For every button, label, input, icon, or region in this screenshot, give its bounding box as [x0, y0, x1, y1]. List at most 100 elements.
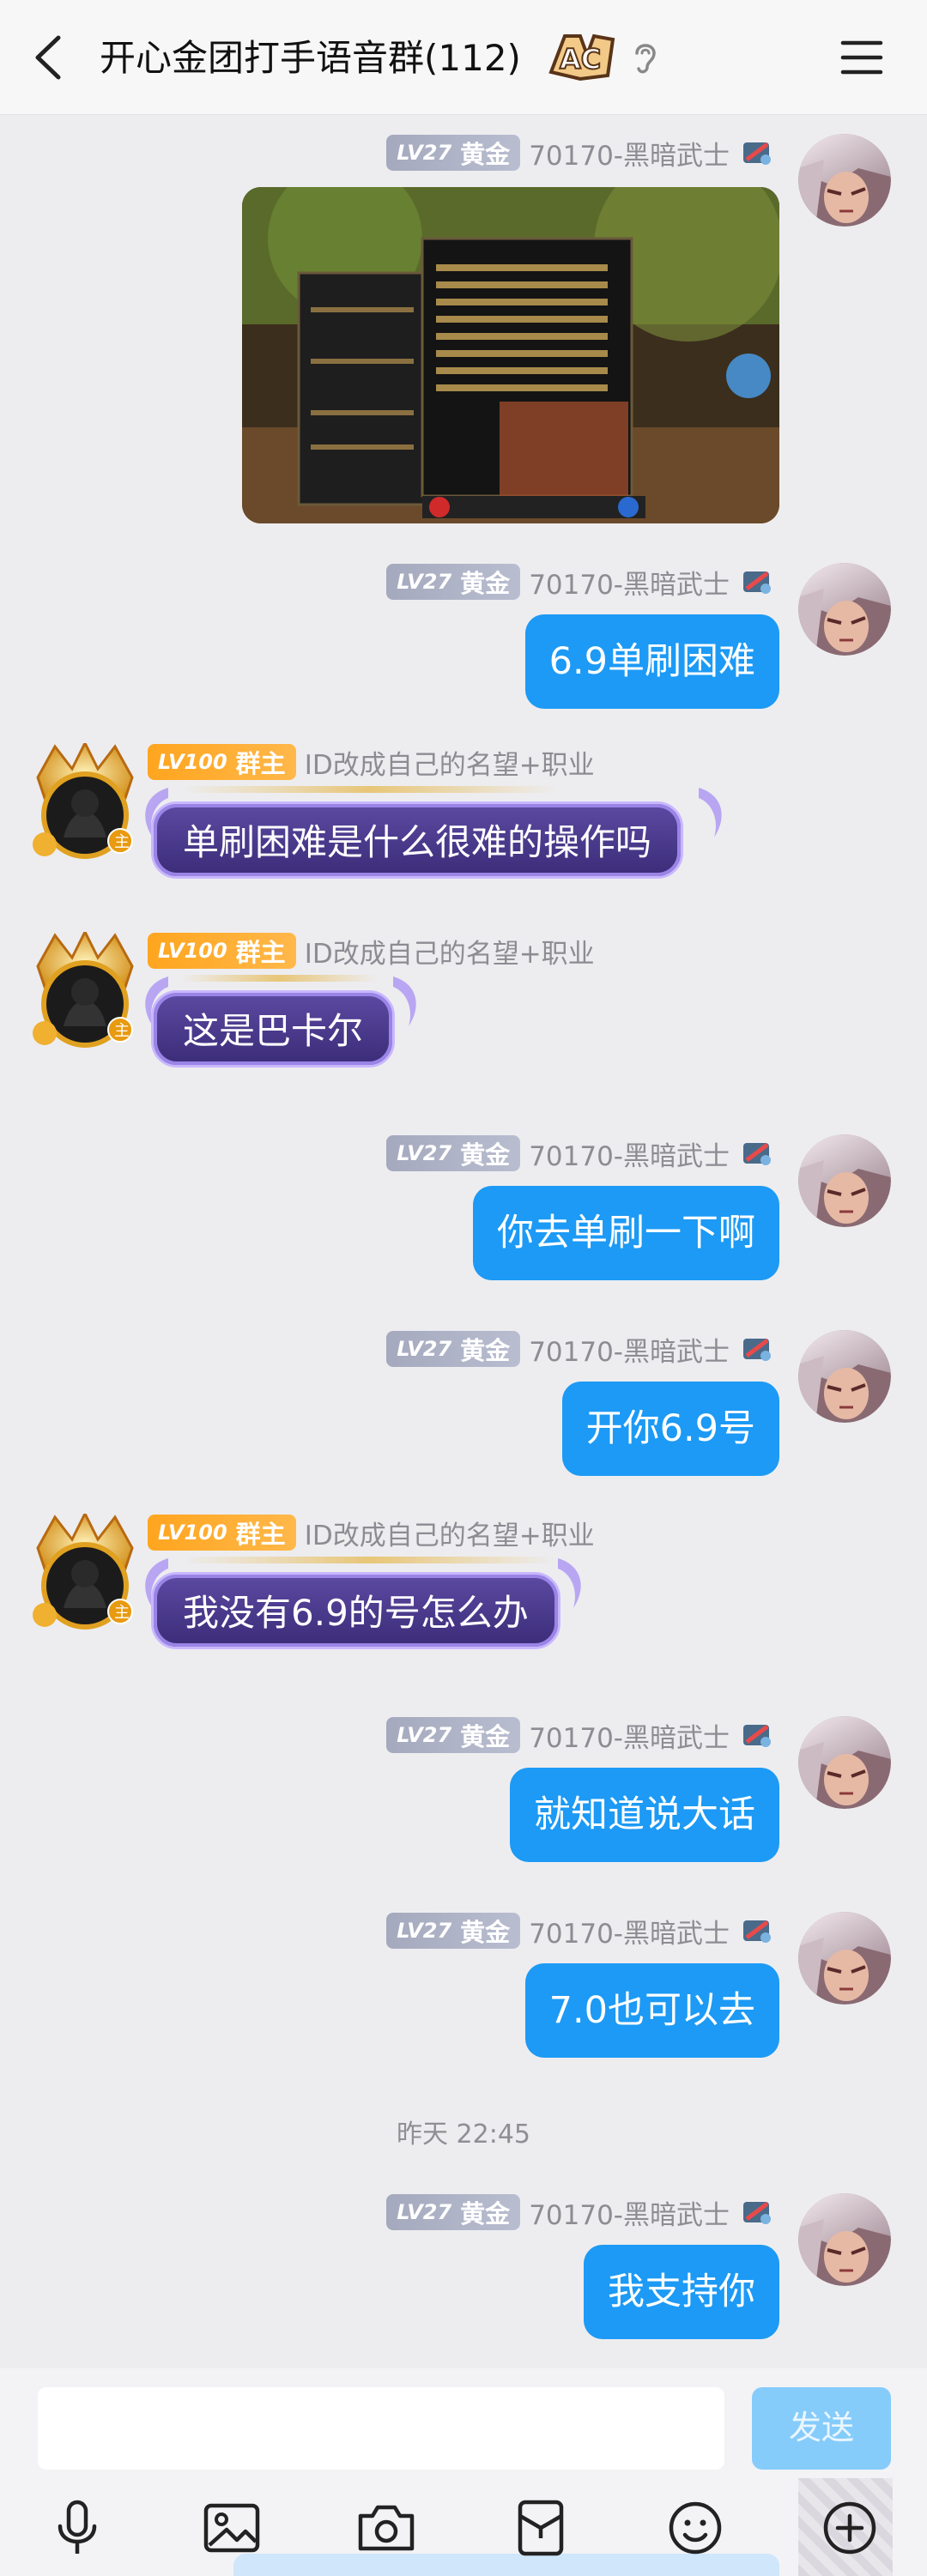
message-row: LV27 黄金 70170-黑暗武士 6.9单刷困难 — [0, 563, 927, 717]
voice-button[interactable] — [43, 2494, 112, 2562]
camera-button[interactable] — [352, 2494, 421, 2562]
game-class-icon — [743, 571, 771, 594]
game-class-icon — [743, 1920, 771, 1943]
avatar[interactable] — [798, 2193, 891, 2286]
sender-meta: LV100 群主 ID改成自己的名望+职业 — [148, 1514, 595, 1551]
ear-icon[interactable] — [628, 38, 663, 77]
message-bubble[interactable]: 我支持你 — [584, 2245, 779, 2339]
chat-header: 开心金团打手语音群(112) AC — [0, 0, 927, 115]
back-button[interactable] — [26, 29, 72, 86]
svg-text:主: 主 — [114, 833, 130, 851]
message-bubble[interactable]: 6.9单刷困难 — [524, 614, 779, 709]
composer-toolbar — [0, 2478, 927, 2576]
sender-meta: LV27 黄金 70170-黑暗武士 — [386, 563, 776, 601]
level-badge: LV100 群主 — [148, 933, 296, 969]
level-badge: LV27 黄金 — [386, 1717, 521, 1753]
message-row: LV27 黄金 70170-黑暗武士 — [0, 134, 927, 537]
svg-text:主: 主 — [114, 1604, 130, 1622]
avatar[interactable] — [798, 1330, 891, 1423]
page-title[interactable]: 开心金团打手语音群(112) — [100, 31, 521, 86]
message-bubble[interactable]: 开你6.9号 — [561, 1382, 779, 1476]
image-button[interactable] — [197, 2494, 266, 2562]
game-class-icon — [743, 1725, 771, 1747]
message-row: 主 LV100 群主 ID改成自己的名望+职业 这是巴卡尔 — [0, 928, 927, 1095]
message-row: 主 LV100 群主 ID改成自己的名望+职业 我没有6.9的号怎么办 — [0, 1510, 927, 1677]
message-row: LV27 黄金 70170-黑暗武士 我支持你 — [0, 2193, 927, 2348]
more-button[interactable] — [815, 2494, 884, 2562]
level-badge: LV27 黄金 — [386, 1331, 521, 1367]
message-bubble[interactable]: 就知道说大话 — [510, 1768, 779, 1862]
avatar[interactable] — [798, 1912, 891, 2005]
avatar[interactable] — [798, 563, 891, 656]
game-class-icon — [743, 1339, 771, 1361]
avatar[interactable] — [798, 1134, 891, 1227]
sender-meta: LV100 群主 ID改成自己的名望+职业 — [148, 743, 595, 781]
level-badge: LV27 黄金 — [386, 135, 521, 171]
bubble-decoration — [180, 1557, 558, 1563]
chat-screen: 开心金团打手语音群(112) AC LV27 黄金 70170-黑暗武士 LV2… — [0, 0, 927, 2576]
owner-avatar[interactable]: 主 — [29, 928, 136, 1052]
sender-nickname[interactable]: 70170-黑暗武士 — [529, 1330, 730, 1369]
owner-avatar[interactable]: 主 — [29, 1510, 136, 1634]
wing-decoration-right — [699, 788, 722, 838]
avatar[interactable] — [798, 134, 891, 227]
message-bubble[interactable]: 单刷困难是什么很难的操作吗 — [151, 801, 684, 879]
message-bubble[interactable]: 你去单刷一下啊 — [473, 1186, 779, 1280]
wing-decoration-right — [393, 977, 416, 1026]
image-icon — [203, 2503, 260, 2553]
group-level-badge: AC — [546, 29, 618, 82]
sender-nickname[interactable]: 70170-黑暗武士 — [529, 1912, 730, 1950]
timestamp: 昨天 22:45 — [397, 2119, 530, 2150]
sender-meta: LV27 黄金 70170-黑暗武士 — [386, 2193, 776, 2231]
message-row: LV27 黄金 70170-黑暗武士 就知道说大话 — [0, 1716, 927, 1871]
message-row: 主 LV100 群主 ID改成自己的名望+职业 单刷困难是什么很难的操作吗 — [0, 740, 927, 906]
emoji-button[interactable] — [661, 2494, 730, 2562]
plus-icon — [823, 2501, 876, 2555]
level-badge: LV27 黄金 — [386, 1135, 521, 1171]
owner-avatar[interactable]: 主 — [29, 740, 136, 863]
level-badge: LV100 群主 — [148, 1515, 296, 1551]
avatar[interactable] — [798, 1716, 891, 1809]
game-screenshot-image[interactable] — [242, 187, 779, 523]
bubble-decoration — [180, 975, 378, 982]
send-button[interactable]: 发送 — [752, 2387, 891, 2470]
sender-nickname[interactable]: 70170-黑暗武士 — [529, 1134, 730, 1173]
sender-nickname[interactable]: 70170-黑暗武士 — [529, 1716, 730, 1755]
back-arrow-icon — [35, 35, 61, 80]
level-badge: LV100 群主 — [148, 744, 296, 780]
message-bubble[interactable]: 这是巴卡尔 — [151, 990, 396, 1067]
sender-meta: LV27 黄金 70170-黑暗武士 — [386, 1330, 776, 1368]
sender-nickname[interactable]: 70170-黑暗武士 — [529, 2193, 730, 2232]
message-input[interactable] — [38, 2387, 724, 2470]
sender-nickname[interactable]: 70170-黑暗武士 — [529, 134, 730, 172]
message-row: LV27 黄金 70170-黑暗武士 你去单刷一下啊 — [0, 1134, 927, 1289]
composer-bar: 发送 — [0, 2368, 927, 2478]
level-badge: LV27 黄金 — [386, 2194, 521, 2230]
camera-icon — [358, 2505, 415, 2551]
menu-button[interactable] — [839, 36, 884, 79]
sender-nickname[interactable]: ID改成自己的名望+职业 — [305, 1514, 595, 1552]
level-badge: LV27 黄金 — [386, 564, 521, 600]
message-row: LV27 黄金 70170-黑暗武士 开你6.9号 — [0, 1330, 927, 1485]
message-bubble[interactable]: 7.0也可以去 — [524, 1963, 779, 2058]
sender-meta: LV27 黄金 70170-黑暗武士 — [386, 1912, 776, 1950]
menu-icon — [840, 40, 883, 75]
red-packet-button[interactable] — [506, 2494, 575, 2562]
microphone-icon — [58, 2500, 97, 2554]
bubble-decoration — [180, 786, 558, 793]
sender-meta: LV27 黄金 70170-黑暗武士 — [386, 1134, 776, 1172]
game-class-icon — [743, 2202, 771, 2224]
message-row: LV27 黄金 70170-黑暗武士 7.0也可以去 — [0, 1912, 927, 2066]
sender-nickname[interactable]: ID改成自己的名望+职业 — [305, 743, 595, 782]
sender-nickname[interactable]: 70170-黑暗武士 — [529, 563, 730, 602]
message-bubble[interactable]: 我没有6.9的号怎么办 — [151, 1572, 560, 1649]
svg-text:主: 主 — [114, 1022, 130, 1040]
sender-nickname[interactable]: ID改成自己的名望+职业 — [305, 932, 595, 971]
game-class-icon — [743, 142, 771, 165]
game-class-icon — [743, 1143, 771, 1165]
wing-decoration-right — [558, 1558, 581, 1608]
red-packet-icon — [518, 2500, 564, 2556]
emoji-icon — [669, 2501, 722, 2555]
svg-text:AC: AC — [560, 43, 601, 76]
sender-meta: LV27 黄金 70170-黑暗武士 — [386, 1716, 776, 1754]
